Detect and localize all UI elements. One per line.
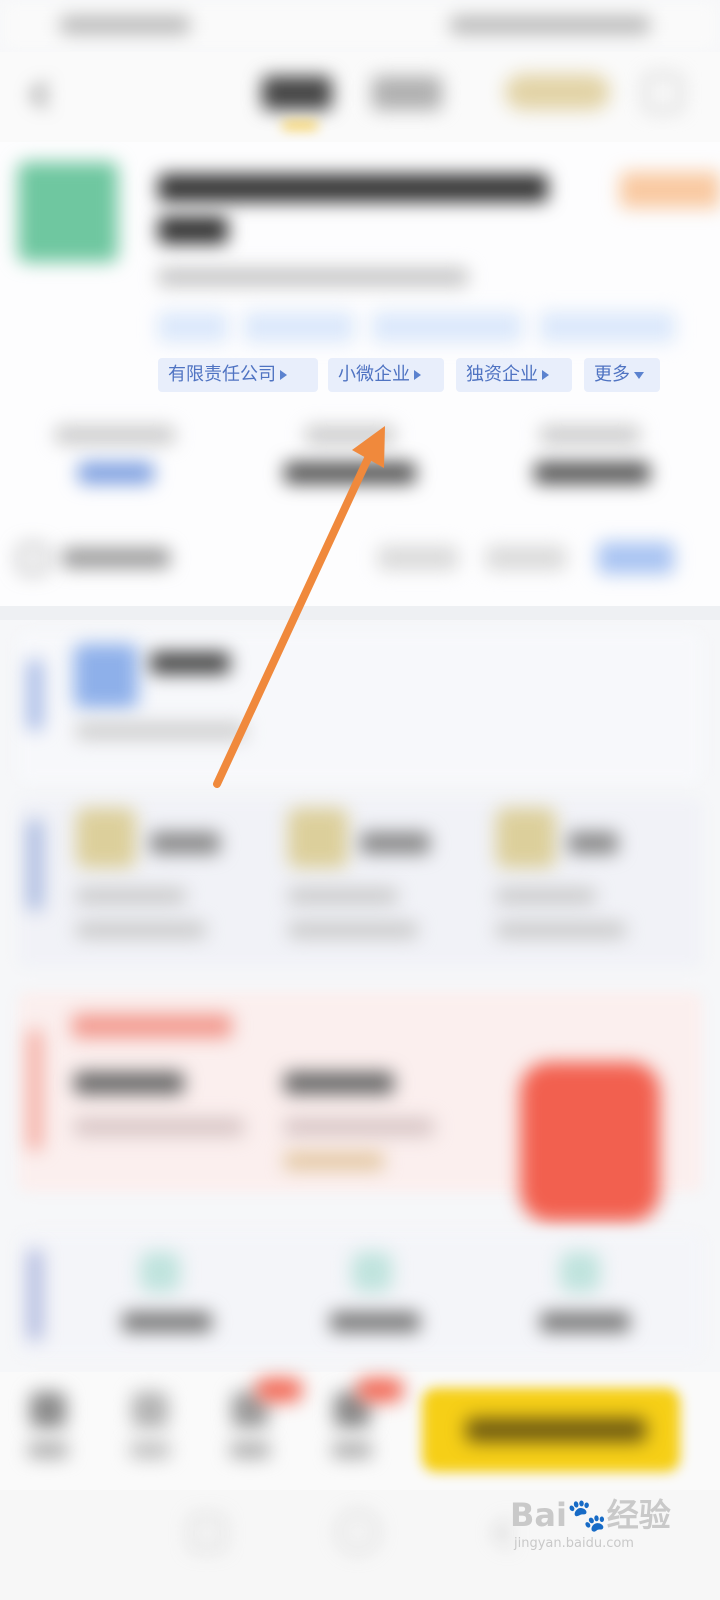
- bottom-badge: [356, 1378, 404, 1402]
- service-label[interactable]: [330, 1312, 420, 1332]
- phone-text[interactable]: [62, 548, 170, 568]
- related-line: [496, 888, 596, 904]
- bottom-icon[interactable]: [30, 1392, 66, 1428]
- owner-desc: [76, 722, 246, 740]
- vip-badge[interactable]: [505, 74, 610, 110]
- action-report-button[interactable]: [598, 542, 674, 574]
- section-side-label: [28, 1250, 42, 1340]
- stat-value-capital: [284, 462, 416, 484]
- tag-label: 小微企业: [338, 364, 410, 385]
- tag-label: 独资企业: [466, 364, 538, 385]
- risk-item-desc: [284, 1118, 434, 1136]
- bottom-label: [230, 1442, 270, 1458]
- back-icon[interactable]: [26, 80, 56, 110]
- triangle-right-icon: [542, 370, 549, 380]
- watermark-domain: jingyan.baidu.com: [514, 1536, 634, 1551]
- company-logo: [18, 162, 118, 262]
- tag-blurred[interactable]: [158, 312, 228, 342]
- related-name[interactable]: [360, 832, 430, 854]
- bottom-label: [332, 1442, 372, 1458]
- triangle-right-icon: [280, 370, 287, 380]
- service-icon[interactable]: [560, 1252, 600, 1292]
- paw-icon: 🐾: [566, 1496, 607, 1534]
- triangle-right-icon: [414, 370, 421, 380]
- company-name-line-2: [158, 216, 228, 244]
- baidu-jingyan-watermark: Bai🐾经验 jingyan.baidu.com: [510, 1490, 680, 1562]
- tag-more[interactable]: 更多: [584, 358, 660, 392]
- company-meta: [158, 268, 468, 286]
- tab-person[interactable]: [372, 76, 442, 110]
- status-bar: [0, 0, 720, 52]
- bottom-label: [130, 1442, 170, 1458]
- service-section: [18, 1232, 702, 1358]
- top-navigation: [0, 52, 720, 142]
- action-address[interactable]: [486, 546, 566, 570]
- related-avatar[interactable]: [76, 808, 136, 868]
- red-envelope-icon[interactable]: [520, 1062, 660, 1222]
- owner-avatar[interactable]: [74, 644, 138, 708]
- stat-value-legal-rep[interactable]: [78, 462, 154, 484]
- tag-small-micro[interactable]: 小微企业: [328, 358, 444, 392]
- related-name[interactable]: [568, 832, 618, 854]
- section-divider: [0, 606, 720, 620]
- related-line: [288, 888, 398, 904]
- section-side-label: [28, 660, 42, 730]
- phone-icon[interactable]: [18, 544, 48, 574]
- stat-label-legal-rep: [55, 426, 175, 444]
- related-line: [76, 888, 186, 904]
- stat-value-date: [534, 462, 650, 484]
- home-icon[interactable]: [338, 1512, 378, 1552]
- status-time-carrier: [60, 16, 190, 34]
- status-icons: [450, 16, 650, 34]
- active-tab-indicator: [282, 122, 318, 129]
- related-line: [76, 922, 206, 938]
- related-avatar[interactable]: [496, 808, 556, 868]
- stat-label-date: [540, 426, 640, 444]
- service-icon[interactable]: [352, 1252, 392, 1292]
- bottom-label: [28, 1442, 68, 1458]
- risk-item-title[interactable]: [284, 1072, 394, 1094]
- tag-blurred[interactable]: [372, 312, 522, 342]
- service-label[interactable]: [540, 1312, 630, 1332]
- related-line: [288, 922, 418, 938]
- service-label[interactable]: [122, 1312, 212, 1332]
- more-icon[interactable]: [644, 74, 682, 112]
- related-avatar[interactable]: [288, 808, 348, 868]
- tag-blurred[interactable]: [540, 312, 675, 342]
- stat-label-capital: [305, 426, 395, 444]
- company-name: [158, 174, 548, 202]
- recent-apps-icon[interactable]: [190, 1516, 224, 1550]
- tag-label: 更多: [594, 364, 630, 385]
- tag-label: 有限责任公司: [168, 364, 276, 385]
- tag-sole-proprietorship[interactable]: 独资企业: [456, 358, 572, 392]
- tag-limited-liability[interactable]: 有限责任公司: [158, 358, 318, 392]
- section-side-label: [28, 820, 42, 910]
- related-line: [496, 922, 626, 938]
- cta-label: [466, 1418, 646, 1442]
- owner-name[interactable]: [150, 652, 230, 674]
- related-name[interactable]: [150, 832, 220, 854]
- bottom-badge: [255, 1378, 303, 1402]
- tab-company[interactable]: [262, 76, 332, 110]
- bottom-icon[interactable]: [132, 1392, 168, 1428]
- risk-item-desc: [74, 1118, 244, 1136]
- watermark-brand: Bai🐾经验: [510, 1496, 671, 1534]
- tag-blurred[interactable]: [244, 312, 354, 342]
- section-side-label: [28, 1030, 42, 1150]
- risk-title[interactable]: [72, 1014, 232, 1038]
- risk-item-title[interactable]: [74, 1072, 184, 1094]
- action-official-site[interactable]: [378, 546, 458, 570]
- service-icon[interactable]: [140, 1252, 180, 1292]
- status-badge[interactable]: [620, 172, 720, 208]
- triangle-down-icon: [634, 371, 644, 379]
- risk-item-desc: [284, 1152, 384, 1170]
